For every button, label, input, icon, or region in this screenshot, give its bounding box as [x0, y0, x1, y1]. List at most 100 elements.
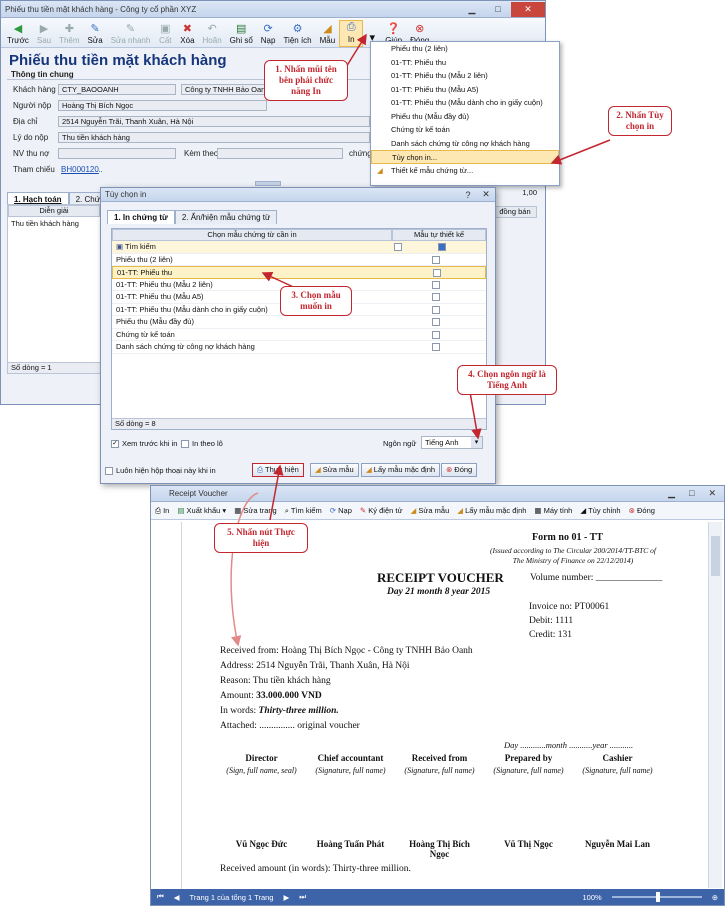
search-row[interactable]: ▣ Tìm kiếm — [112, 241, 486, 254]
report-reload-button[interactable]: ⟳ Nạp — [330, 506, 352, 515]
menu-item-01tt-roll-paper[interactable]: 01-TT: Phiếu thu (Mẫu dành cho in giấy c… — [371, 96, 559, 110]
menu-item-customer-debt-list[interactable]: Danh sách chứng từ công nợ khách hàng — [371, 137, 559, 151]
close-icon: ⊗ — [446, 465, 453, 474]
zoom-slider-thumb[interactable] — [655, 892, 660, 902]
report-scrollbar[interactable] — [708, 522, 722, 888]
custom-checkbox[interactable] — [432, 318, 440, 326]
report-calculator-button[interactable]: ▦ Máy tính — [534, 506, 572, 515]
zoom-slider[interactable] — [611, 892, 702, 902]
report-export-button[interactable]: ▤ Xuất khẩu ▾ — [177, 506, 226, 515]
maximize-icon[interactable]: □ — [485, 2, 511, 17]
close-window-icon[interactable]: ✕ — [511, 1, 545, 17]
reason-field[interactable]: Thu tiền khách hàng — [58, 132, 370, 143]
custom-checkbox[interactable] — [432, 255, 440, 264]
reference-link[interactable]: BH000120 — [61, 165, 99, 174]
menu-item-print-options[interactable]: Tùy chọn in... — [371, 150, 559, 164]
report-sign-button[interactable]: ✎ Ký điện tử — [360, 506, 403, 515]
search-checkbox[interactable] — [394, 243, 402, 251]
maximize-icon[interactable]: □ — [689, 488, 694, 499]
grid-header-description: Diễn giải — [8, 205, 100, 217]
template-row-selected[interactable]: 01-TT: Phiếu thu — [112, 266, 486, 279]
toolbar-add-button[interactable]: ✚ Thêm — [55, 22, 83, 47]
dialog-close-button[interactable]: ⊗ Đóng — [441, 463, 478, 477]
customer-code-field[interactable]: CTY_BAOOANH — [58, 84, 176, 95]
menu-item-01tt-a5[interactable]: 01-TT: Phiếu thu (Mẫu A5) — [371, 83, 559, 97]
menu-item-receipt-full[interactable]: Phiếu thu (Mẫu đầy đủ) — [371, 110, 559, 124]
tab-print-vouchers[interactable]: 1. In chứng từ — [107, 210, 175, 224]
scrollbar-thumb[interactable] — [711, 536, 720, 576]
batch-option[interactable]: In theo lô — [181, 439, 223, 448]
report-titlebar: Receipt Voucher ▁ □ ✕ — [151, 486, 724, 502]
language-label: Ngôn ngữ — [383, 439, 417, 448]
reason-label: Lý do nộp — [13, 133, 49, 142]
right-value: 1,00 — [522, 188, 537, 197]
next-page-icon[interactable]: ▶ — [283, 893, 289, 902]
close-icon[interactable]: ✕ — [477, 189, 495, 201]
preview-checkbox[interactable]: ✓ — [111, 439, 119, 448]
search-checkbox-filled[interactable] — [438, 243, 446, 251]
report-customize-button[interactable]: ◢ Tùy chỉnh — [580, 506, 620, 515]
attach-field[interactable] — [217, 148, 343, 159]
reference-more-link[interactable]: ... — [96, 165, 103, 174]
menu-item-receipt-2-copies[interactable]: Phiếu thu (2 liên) — [371, 42, 559, 56]
custom-checkbox[interactable] — [432, 305, 440, 314]
toolbar-print-button[interactable]: ⎙ In — [339, 20, 364, 47]
toolbar-template-button[interactable]: ◢ Mẫu — [316, 22, 340, 47]
always-show-option[interactable]: Luôn hiện hộp thoại này khi in — [105, 466, 216, 475]
zoom-in-icon[interactable]: ⊕ — [712, 893, 724, 902]
close-window-icon[interactable]: ✕ — [708, 488, 716, 499]
minimize-icon[interactable]: ▁ — [668, 488, 675, 499]
custom-checkbox[interactable] — [432, 280, 440, 289]
report-search-button[interactable]: ⌕ Tìm kiếm — [285, 506, 322, 516]
toolbar-quick-edit-button[interactable]: ✎ Sửa nhanh — [107, 22, 155, 47]
toolbar-next-button[interactable]: ▶ Sau — [33, 22, 55, 47]
prev-page-icon[interactable]: ◀ — [174, 893, 180, 902]
preview-option[interactable]: ✓ Xem trước khi in — [111, 439, 177, 448]
edit-template-button[interactable]: ◢ Sửa mẫu — [310, 463, 359, 477]
report-default-template-button[interactable]: ◢ Lấy mẫu mặc định — [457, 506, 526, 515]
menu-item-design-template[interactable]: ◢ Thiết kế mẫu chứng từ... — [371, 164, 559, 178]
execute-button[interactable]: ⎙ Thực hiện — [252, 463, 304, 477]
page-indicator: Trang 1 của tổng 1 Trang — [189, 892, 274, 902]
report-page-setup-button[interactable]: ▦ Sửa trang — [234, 506, 277, 515]
report-print-button[interactable]: ⎙ In — [155, 506, 169, 516]
batch-checkbox[interactable] — [181, 439, 189, 448]
customer-name-field[interactable]: Công ty TNHH Bảo Oanh — [181, 84, 267, 95]
last-page-icon[interactable]: ⏭ — [299, 892, 306, 902]
template-row[interactable]: Phiếu thu (2 liên) — [112, 254, 486, 266]
first-page-icon[interactable]: ⏮ — [157, 892, 164, 902]
filter-icon: ▣ — [116, 242, 126, 251]
toolbar-back-button[interactable]: ◀ Trước — [3, 22, 33, 47]
toolbar-utility-button[interactable]: ⚙ Tiện ích — [279, 22, 315, 47]
report-edit-template-button[interactable]: ◢ Sửa mẫu — [411, 506, 450, 515]
toolbar-delete-button[interactable]: ✖ Xóa — [176, 22, 198, 47]
minimize-icon[interactable]: ▁ — [459, 2, 485, 17]
template-row[interactable]: Danh sách chứng từ công nợ khách hàng — [112, 341, 486, 354]
custom-checkbox[interactable] — [432, 343, 440, 351]
payer-field[interactable]: Hoàng Thị Bích Ngọc — [58, 100, 267, 111]
toolbar-save-button[interactable]: ▣ Cất — [154, 22, 176, 47]
help-icon[interactable]: ? — [459, 189, 477, 201]
always-show-checkbox[interactable] — [105, 466, 113, 475]
signer-role: Chief accountant — [317, 753, 384, 763]
menu-item-accounting-voucher[interactable]: Chứng từ kế toán — [371, 123, 559, 137]
menu-item-01tt-2-copies[interactable]: 01-TT: Phiếu thu (Mẫu 2 liên) — [371, 69, 559, 83]
template-row[interactable]: Chứng từ kế toán — [112, 329, 486, 341]
toolbar-edit-button[interactable]: ✎ Sửa — [84, 22, 107, 47]
staff-field[interactable] — [58, 148, 176, 159]
toolbar-reload-button[interactable]: ⟳ Nạp — [257, 22, 280, 47]
splitter-handle[interactable] — [255, 181, 281, 186]
default-template-button[interactable]: ◢ Lấy mẫu mặc định — [361, 463, 441, 477]
template-row[interactable]: Phiếu thu (Mẫu đầy đủ) — [112, 316, 486, 329]
custom-checkbox[interactable] — [433, 269, 441, 277]
report-close-button[interactable]: ⊗ Đóng — [629, 506, 655, 515]
grid-row[interactable]: Thu tiền khách hàng — [8, 217, 100, 230]
tab-show-hide-templates[interactable]: 2. Ẩn/hiện mẫu chứng từ — [174, 210, 278, 224]
custom-checkbox[interactable] — [432, 293, 440, 301]
toolbar-post-button[interactable]: ▤ Ghi sổ — [226, 22, 257, 47]
custom-checkbox[interactable] — [432, 330, 440, 339]
menu-item-01tt-receipt[interactable]: 01-TT: Phiếu thu — [371, 56, 559, 70]
language-select[interactable]: Tiếng Anh ▾ — [421, 436, 483, 449]
toolbar-undo-button[interactable]: ↶ Hoãn — [199, 22, 226, 47]
address-field[interactable]: 2514 Nguyễn Trãi, Thanh Xuân, Hà Nội — [58, 116, 370, 127]
